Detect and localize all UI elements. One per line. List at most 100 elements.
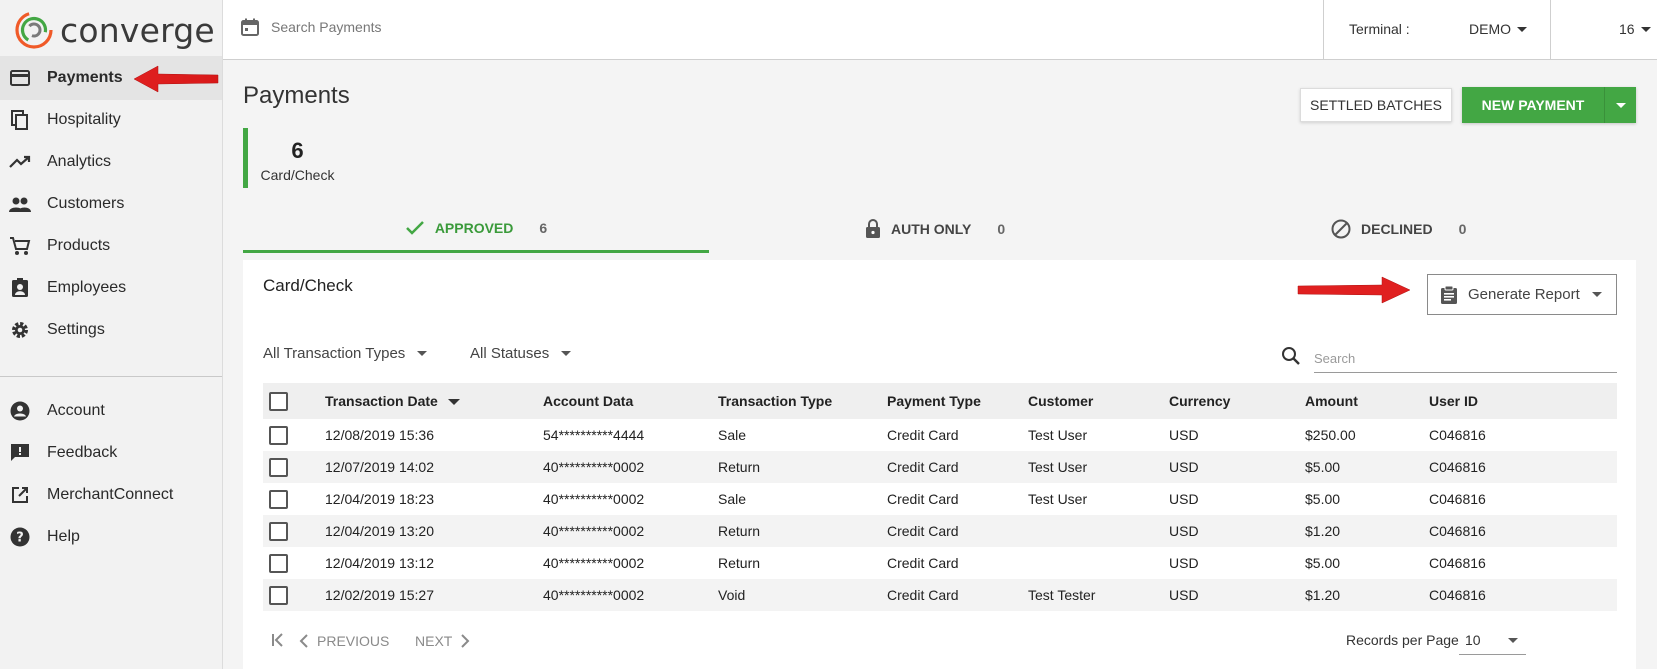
column-header-currency[interactable]: Currency bbox=[1169, 393, 1230, 409]
table-row[interactable]: 12/07/2019 14:02 40**********0002 Return… bbox=[263, 451, 1617, 483]
new-payment-menu-button[interactable] bbox=[1604, 87, 1636, 123]
column-header-amount[interactable]: Amount bbox=[1305, 393, 1358, 409]
select-all-checkbox[interactable] bbox=[269, 391, 288, 411]
cell-customer: Test Tester bbox=[1028, 587, 1096, 603]
records-per-page-value: 10 bbox=[1465, 632, 1481, 648]
terminal-value: DEMO bbox=[1469, 21, 1511, 37]
chevron-down-icon bbox=[561, 351, 572, 356]
cell-amount: $5.00 bbox=[1305, 555, 1341, 571]
terminal-dropdown[interactable]: DEMO bbox=[1469, 21, 1527, 37]
cell-amount: $5.00 bbox=[1305, 459, 1341, 475]
sidebar-item-feedback[interactable]: Feedback bbox=[0, 431, 222, 475]
row-checkbox[interactable] bbox=[269, 521, 288, 541]
column-header-payment-type[interactable]: Payment Type bbox=[887, 393, 981, 409]
cell-user-id: C046816 bbox=[1429, 491, 1486, 507]
cell-transaction-date: 12/07/2019 14:02 bbox=[325, 459, 434, 475]
table-row[interactable]: 12/08/2019 15:36 54**********4444 Sale C… bbox=[263, 419, 1617, 451]
sidebar-item-products[interactable]: Products bbox=[0, 224, 222, 268]
sidebar-item-label: Payments bbox=[47, 69, 123, 86]
tab-count: 0 bbox=[1458, 221, 1467, 237]
cell-currency: USD bbox=[1169, 491, 1199, 507]
sidebar-item-label: MerchantConnect bbox=[47, 486, 174, 503]
sidebar-item-payments[interactable]: Payments bbox=[0, 56, 222, 100]
tab-count: 6 bbox=[539, 219, 548, 236]
sidebar-item-help[interactable]: ? Help bbox=[0, 515, 222, 559]
table-row[interactable]: 12/02/2019 15:27 40**********0002 Void C… bbox=[263, 579, 1617, 611]
sidebar-item-label: Feedback bbox=[47, 444, 118, 461]
search-input[interactable] bbox=[1314, 345, 1617, 373]
column-header-transaction-date[interactable]: Transaction Date bbox=[325, 393, 460, 409]
row-checkbox[interactable] bbox=[269, 425, 288, 445]
tab-auth-only[interactable]: AUTH ONLY 0 bbox=[865, 205, 1005, 253]
sidebar-item-label: Hospitality bbox=[47, 111, 121, 128]
top-bar: Search Payments Terminal : DEMO 16 bbox=[223, 0, 1657, 60]
column-header-user-id[interactable]: User ID bbox=[1429, 393, 1478, 409]
cell-transaction-date: 12/04/2019 18:23 bbox=[325, 491, 434, 507]
top-divider bbox=[1323, 0, 1324, 60]
cell-user-id: C046816 bbox=[1429, 427, 1486, 443]
sidebar-item-settings[interactable]: Settings bbox=[0, 308, 222, 352]
next-page-button[interactable]: NEXT bbox=[415, 633, 470, 649]
sidebar-item-customers[interactable]: Customers bbox=[0, 182, 222, 226]
cell-customer: Test User bbox=[1028, 427, 1088, 443]
sidebar-item-label: Products bbox=[47, 237, 111, 254]
new-payment-button[interactable]: NEW PAYMENT bbox=[1462, 87, 1604, 123]
brand-logo[interactable]: converge bbox=[0, 0, 222, 60]
filter-value: All Transaction Types bbox=[263, 345, 406, 362]
previous-page-button[interactable]: PREVIOUS bbox=[299, 633, 389, 649]
cell-transaction-type: Return bbox=[718, 523, 761, 539]
tab-approved[interactable]: APPROVED 6 bbox=[243, 205, 709, 253]
sidebar-item-hospitality[interactable]: Hospitality bbox=[0, 98, 222, 142]
cell-transaction-type: Sale bbox=[718, 427, 747, 443]
row-checkbox[interactable] bbox=[269, 553, 288, 573]
user-dropdown[interactable]: 16 bbox=[1619, 21, 1651, 37]
tab-label: DECLINED bbox=[1361, 221, 1433, 237]
table-row[interactable]: 12/04/2019 13:20 40**********0002 Return… bbox=[263, 515, 1617, 547]
summary-card[interactable]: 6 Card/Check bbox=[243, 128, 347, 188]
cell-user-id: C046816 bbox=[1429, 523, 1486, 539]
copy-icon bbox=[9, 109, 31, 131]
row-checkbox[interactable] bbox=[269, 457, 288, 477]
records-per-page-select[interactable]: 10 bbox=[1459, 627, 1526, 655]
generate-report-label: Generate Report bbox=[1468, 286, 1580, 303]
page-title: Payments bbox=[243, 82, 350, 109]
tab-declined[interactable]: DECLINED 0 bbox=[1331, 205, 1466, 253]
sidebar-item-account[interactable]: Account bbox=[0, 389, 222, 433]
terminal-label: Terminal : bbox=[1349, 21, 1410, 37]
sidebar-item-merchantconnect[interactable]: MerchantConnect bbox=[0, 473, 222, 517]
cell-account-data: 40**********0002 bbox=[543, 587, 645, 603]
clipboard-icon bbox=[1441, 285, 1457, 304]
cell-user-id: C046816 bbox=[1429, 459, 1486, 475]
chevron-down-icon bbox=[1517, 26, 1527, 32]
cell-payment-type: Credit Card bbox=[887, 555, 959, 571]
cell-currency: USD bbox=[1169, 587, 1199, 603]
transaction-types-filter[interactable]: All Transaction Types bbox=[263, 345, 428, 362]
sidebar: converge Payments Hospitality Analytics … bbox=[0, 0, 223, 669]
statuses-filter[interactable]: All Statuses bbox=[470, 345, 572, 362]
column-header-account-data[interactable]: Account Data bbox=[543, 393, 633, 409]
sidebar-item-analytics[interactable]: Analytics bbox=[0, 140, 222, 184]
table-row[interactable]: 12/04/2019 18:23 40**********0002 Sale C… bbox=[263, 483, 1617, 515]
sidebar-divider bbox=[0, 376, 222, 377]
search-icon[interactable] bbox=[1281, 346, 1301, 371]
search-payments[interactable]: Search Payments bbox=[241, 18, 382, 36]
sidebar-item-employees[interactable]: Employees bbox=[0, 266, 222, 310]
column-header-customer[interactable]: Customer bbox=[1028, 393, 1093, 409]
column-header-transaction-type[interactable]: Transaction Type bbox=[718, 393, 832, 409]
sidebar-item-label: Employees bbox=[47, 279, 127, 296]
sort-descending-icon bbox=[447, 399, 460, 406]
help-icon: ? bbox=[9, 526, 31, 548]
cell-payment-type: Credit Card bbox=[887, 427, 959, 443]
table-row[interactable]: 12/04/2019 13:12 40**********0002 Return… bbox=[263, 547, 1617, 579]
cell-account-data: 40**********0002 bbox=[543, 523, 645, 539]
svg-text:?: ? bbox=[16, 531, 24, 546]
row-checkbox[interactable] bbox=[269, 585, 288, 605]
row-checkbox[interactable] bbox=[269, 489, 288, 509]
cell-account-data: 54**********4444 bbox=[543, 427, 645, 443]
generate-report-button[interactable]: Generate Report bbox=[1427, 274, 1617, 315]
cell-transaction-date: 12/04/2019 13:20 bbox=[325, 523, 434, 539]
first-page-button[interactable] bbox=[271, 633, 285, 647]
top-divider bbox=[1550, 0, 1551, 60]
settled-batches-button[interactable]: SETTLED BATCHES bbox=[1300, 88, 1452, 122]
transactions-table: Transaction Date Account Data Transactio… bbox=[263, 383, 1617, 611]
